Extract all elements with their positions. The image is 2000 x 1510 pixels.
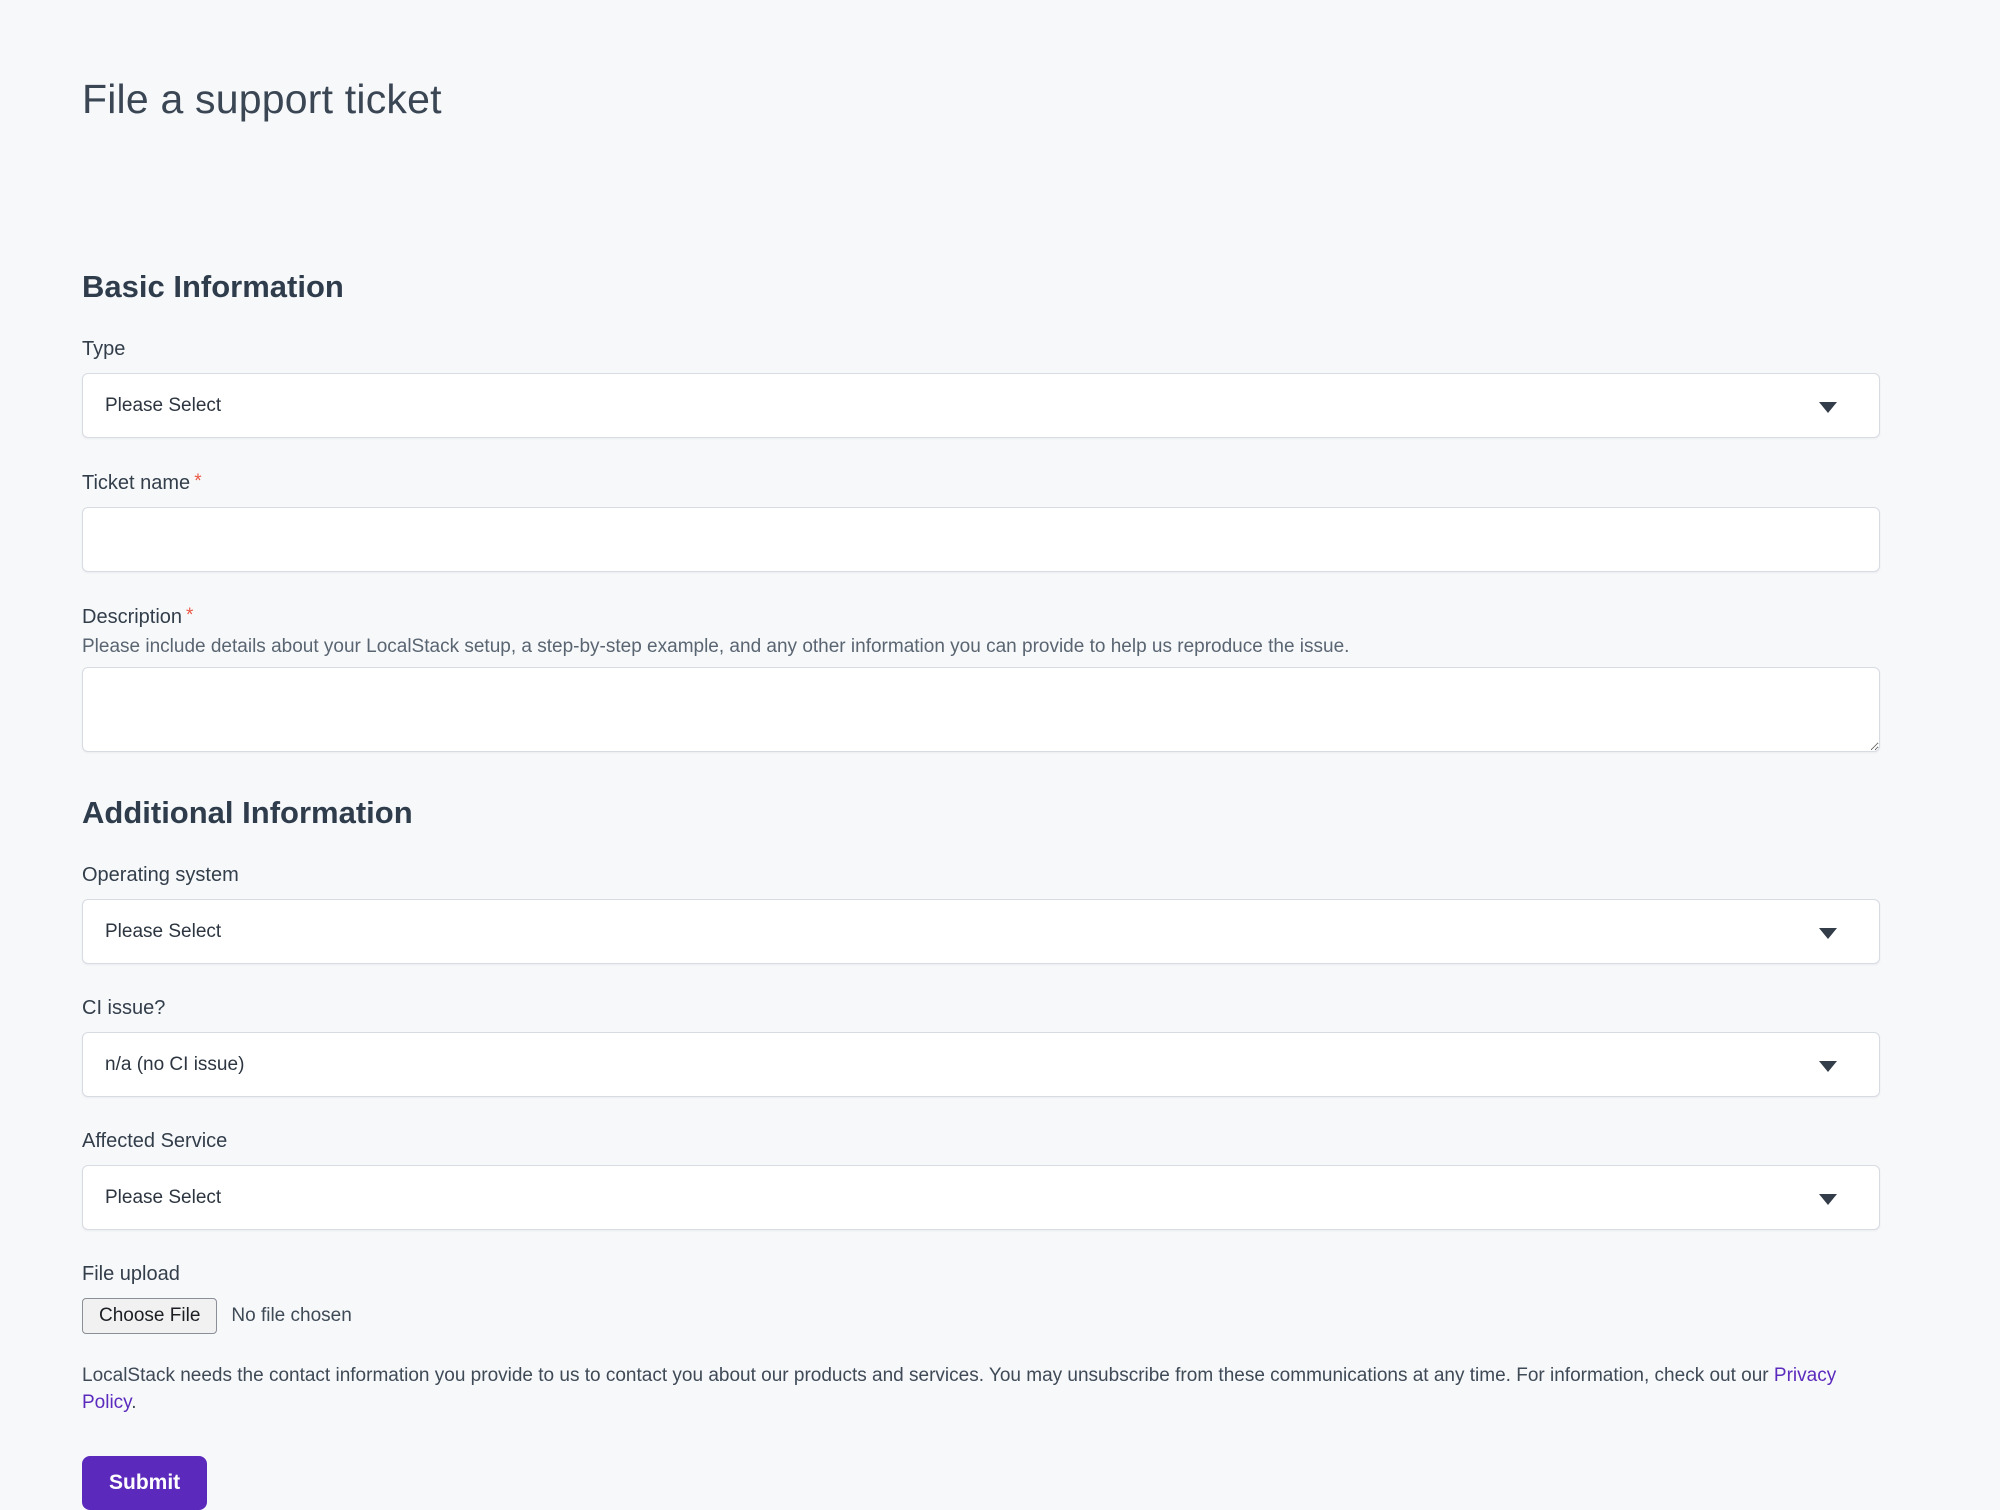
ticket-name-label-text: Ticket name [82,472,190,494]
operating-system-select-value: Please Select [105,921,221,943]
ci-issue-label: CI issue? [82,997,1880,1020]
chevron-down-icon [1819,402,1837,413]
affected-service-select-value: Please Select [105,1187,221,1209]
description-label-text: Description [82,606,182,628]
chevron-down-icon [1819,1061,1837,1072]
file-upload-control: Choose File No file chosen [82,1298,1880,1334]
page-title: File a support ticket [82,0,1880,123]
field-group-file-upload: File upload Choose File No file chosen [82,1263,1880,1334]
field-group-ci-issue: CI issue? n/a (no CI issue) [82,997,1880,1097]
chevron-down-icon [1819,1194,1837,1205]
type-select[interactable]: Please Select [82,373,1880,438]
file-upload-status: No file chosen [231,1305,351,1327]
required-asterisk: * [186,605,193,626]
privacy-notice-text: LocalStack needs the contact information… [82,1365,1774,1386]
choose-file-button[interactable]: Choose File [82,1298,217,1334]
field-group-description: Description* Please include details abou… [82,605,1880,752]
privacy-notice: LocalStack needs the contact information… [82,1363,1880,1416]
field-group-affected-service: Affected Service Please Select [82,1130,1880,1230]
file-upload-label: File upload [82,1263,1880,1286]
required-asterisk: * [194,471,201,492]
ticket-name-label: Ticket name* [82,471,1880,495]
field-group-ticket-name: Ticket name* [82,471,1880,572]
type-label: Type [82,338,1880,361]
ci-issue-select[interactable]: n/a (no CI issue) [82,1032,1880,1097]
support-ticket-form: File a support ticket Basic Information … [82,0,1880,1510]
operating-system-select[interactable]: Please Select [82,899,1880,964]
operating-system-label: Operating system [82,864,1880,887]
section-heading-basic-information: Basic Information [82,269,1880,305]
section-heading-additional-information: Additional Information [82,795,1880,831]
privacy-notice-period: . [131,1392,136,1413]
chevron-down-icon [1819,928,1837,939]
affected-service-select[interactable]: Please Select [82,1165,1880,1230]
affected-service-label: Affected Service [82,1130,1880,1153]
description-textarea[interactable] [82,667,1880,752]
description-label: Description* [82,605,1880,629]
ticket-name-input[interactable] [82,507,1880,572]
field-group-operating-system: Operating system Please Select [82,864,1880,964]
ci-issue-select-value: n/a (no CI issue) [105,1054,244,1076]
type-select-value: Please Select [105,395,221,417]
submit-button[interactable]: Submit [82,1456,207,1510]
description-helper-text: Please include details about your LocalS… [82,636,1880,658]
field-group-type: Type Please Select [82,338,1880,438]
